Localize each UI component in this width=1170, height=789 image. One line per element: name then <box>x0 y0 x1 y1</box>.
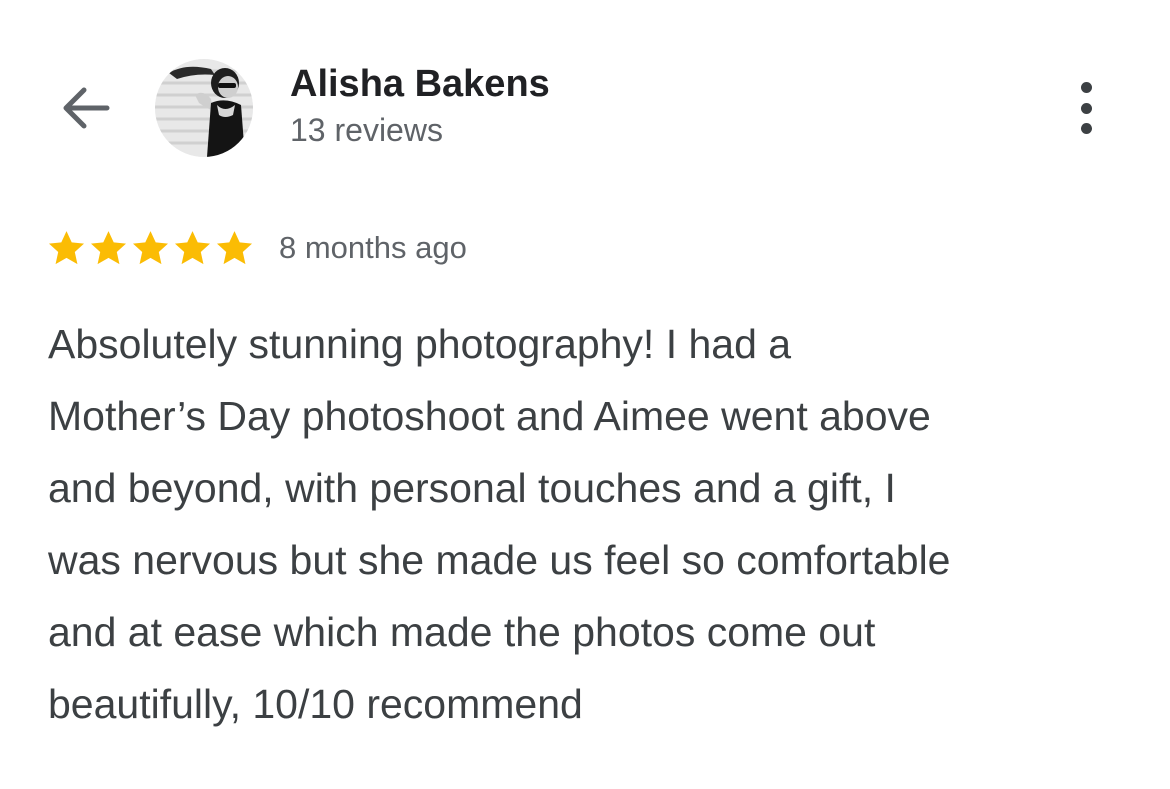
star-icon <box>174 230 211 264</box>
review-text-line: Mother’s Day photoshoot and Aimee went a… <box>48 393 931 439</box>
more-vert-icon-dot <box>1080 102 1092 114</box>
review-text-line: and at ease which made the photos come o… <box>48 609 876 655</box>
rating-row: 8 months ago <box>46 226 467 270</box>
star-rating <box>46 228 255 269</box>
review-time: 8 months ago <box>279 230 467 265</box>
star-icon <box>48 230 85 264</box>
review-text-line: and beyond, with personal touches and a … <box>48 465 896 511</box>
review-text-line: beautifully, 10/10 recommend <box>48 681 583 727</box>
review-text: Absolutely stunning photography! I had a… <box>48 308 1138 740</box>
back-button[interactable] <box>50 78 118 138</box>
star-icon <box>216 230 253 264</box>
more-vert-icon <box>1080 82 1092 93</box>
user-avatar <box>155 59 253 157</box>
reviewer-info: Alisha Bakens 13 reviews <box>290 62 550 150</box>
review-text-line: Absolutely stunning photography! I had a <box>48 321 792 367</box>
arrow-back-icon <box>63 87 110 129</box>
star-icon <box>132 230 169 264</box>
review-text-line: was nervous but she made us feel so comf… <box>48 537 951 583</box>
review-header: Alisha Bakens 13 reviews <box>0 0 1170 190</box>
more-options-button[interactable] <box>1062 76 1110 140</box>
star-icon <box>90 230 127 264</box>
reviewer-name[interactable]: Alisha Bakens <box>290 62 550 106</box>
review-count: 13 reviews <box>290 112 443 148</box>
avatar[interactable] <box>155 59 253 157</box>
more-vert-icon-dot <box>1080 123 1092 134</box>
